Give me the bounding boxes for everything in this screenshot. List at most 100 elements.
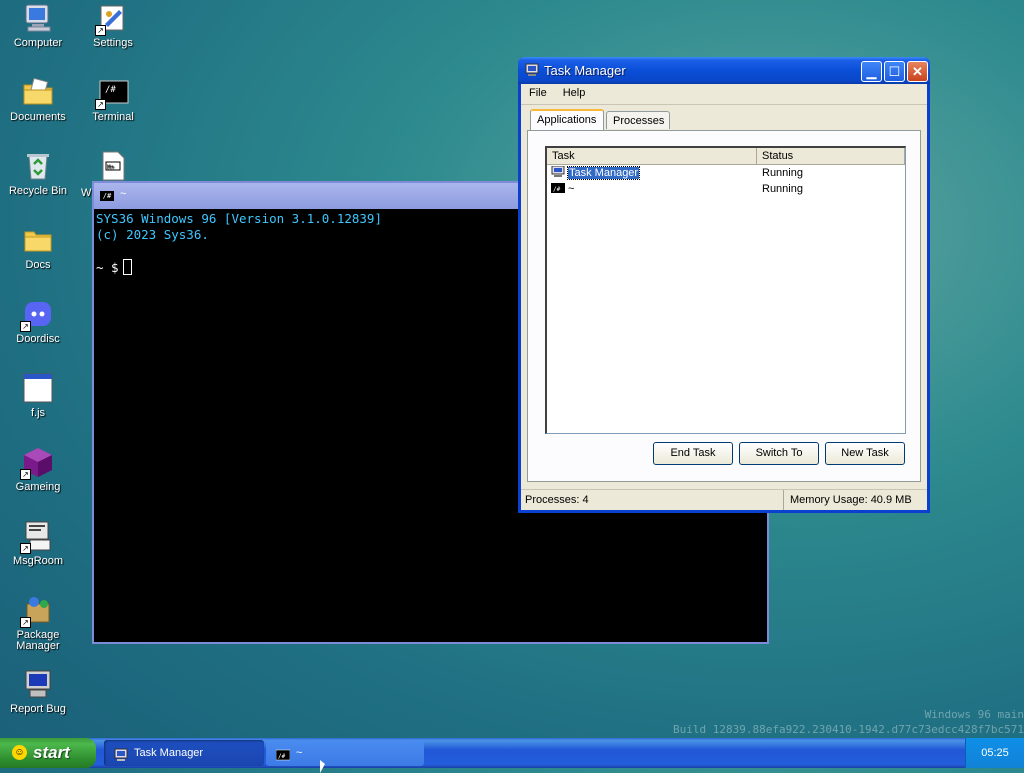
desktop-icon-terminal[interactable]: /# ↗ Terminal bbox=[75, 76, 151, 123]
desktop-icon-label: Doordisc bbox=[16, 333, 60, 345]
watermark-line: Build 12839.88efa922.230410-1942.d77c73e… bbox=[673, 723, 1024, 736]
task-list[interactable]: Task Status Task Manager Running /# ~ Run… bbox=[545, 146, 906, 434]
column-header-task[interactable]: Task bbox=[547, 148, 757, 164]
report-bug-icon bbox=[22, 668, 54, 700]
desktop-icon-label: f.js bbox=[30, 407, 46, 419]
end-task-button[interactable]: End Task bbox=[653, 442, 733, 465]
taskbar-item-label: Task Manager bbox=[134, 747, 204, 759]
desktop-icon-doordisc[interactable]: ↗ Doordisc bbox=[0, 298, 76, 345]
desktop-icon-fjs[interactable]: f.js bbox=[0, 372, 76, 419]
taskbar-item-label: ~ bbox=[296, 747, 303, 759]
switch-to-button[interactable]: Switch To bbox=[739, 442, 819, 465]
task-manager-icon bbox=[551, 165, 565, 178]
svg-text:/#: /# bbox=[553, 186, 561, 193]
menu-help[interactable]: Help bbox=[555, 84, 594, 102]
task-manager-icon bbox=[114, 746, 128, 761]
task-name: Task Manager bbox=[566, 166, 641, 180]
window-file-icon bbox=[22, 372, 54, 404]
package-icon: ↗ bbox=[20, 594, 54, 628]
smiley-icon: ☺ bbox=[12, 745, 27, 760]
desktop-icon-label: MsgRoom bbox=[12, 555, 64, 567]
task-status: Running bbox=[762, 167, 803, 179]
menu-file[interactable]: File bbox=[521, 84, 555, 102]
document-icon: M+ bbox=[97, 150, 129, 182]
task-row[interactable]: /# ~ Running bbox=[547, 181, 905, 197]
shortcut-arrow-icon: ↗ bbox=[20, 321, 31, 332]
task-cell: /# ~ bbox=[551, 181, 574, 197]
maximize-button[interactable]: ☐ bbox=[884, 61, 905, 82]
build-watermark: Windows 96 main Build 12839.88efa922.230… bbox=[673, 707, 1024, 737]
tab-processes[interactable]: Processes bbox=[606, 111, 670, 129]
task-row[interactable]: Task Manager Running bbox=[547, 165, 905, 181]
process-count: Processes: 4 bbox=[525, 494, 589, 506]
task-manager-titlebar[interactable]: Task Manager ▁ ☐ ✕ bbox=[518, 57, 930, 84]
shortcut-arrow-icon: ↗ bbox=[95, 99, 106, 110]
mouse-cursor-icon bbox=[320, 760, 325, 773]
desktop-icon-label: Computer bbox=[13, 37, 63, 49]
terminal-title: ~ bbox=[120, 188, 127, 200]
folder-icon bbox=[22, 224, 54, 256]
tab-applications[interactable]: Applications bbox=[530, 109, 604, 130]
desktop-icon-label: Report Bug bbox=[10, 703, 66, 715]
menu-bar: File Help bbox=[521, 84, 927, 105]
start-button[interactable]: ☺ start bbox=[0, 738, 96, 768]
desktop-icon-msgroom[interactable]: ↗ MsgRoom bbox=[0, 520, 76, 567]
task-manager-window[interactable]: Task Manager ▁ ☐ ✕ File Help Applications… bbox=[518, 57, 930, 513]
task-name: ~ bbox=[568, 183, 575, 195]
shortcut-arrow-icon: ↗ bbox=[20, 543, 31, 554]
task-manager-icon bbox=[525, 63, 539, 77]
minimize-button[interactable]: ▁ bbox=[861, 61, 882, 82]
task-cell: Task Manager bbox=[551, 165, 641, 181]
desktop-icon-computer[interactable]: Computer bbox=[0, 2, 76, 49]
task-list-header: Task Status bbox=[547, 148, 905, 165]
terminal-prompt: ~ $ bbox=[96, 260, 119, 275]
desktop-icon-label: Recycle Bin bbox=[8, 185, 68, 197]
status-bar: Processes: 4 Memory Usage: 40.9 MB bbox=[521, 489, 927, 510]
terminal-icon: /# bbox=[100, 191, 114, 201]
minimize-icon: ▁ bbox=[866, 64, 877, 79]
desktop-icon-report-bug[interactable]: Report Bug bbox=[0, 668, 76, 715]
desktop-icon-label: Gameing bbox=[15, 481, 61, 493]
maximize-icon: ☐ bbox=[888, 64, 901, 79]
task-manager-title: Task Manager bbox=[544, 63, 626, 78]
new-task-button[interactable]: New Task bbox=[825, 442, 905, 465]
desktop-icon-package-manager[interactable]: ↗ Package Manager bbox=[0, 594, 76, 652]
taskbar-item-task-manager[interactable]: Task Manager bbox=[104, 740, 264, 766]
system-tray: 05:25 bbox=[965, 738, 1024, 768]
desktop-icon-label: Docs bbox=[25, 259, 51, 271]
start-label: start bbox=[33, 743, 70, 762]
msgroom-icon: ↗ bbox=[20, 520, 54, 554]
svg-text:/#: /# bbox=[278, 753, 286, 760]
documents-folder-icon bbox=[22, 76, 54, 108]
desktop-icon-label: Package Manager bbox=[16, 629, 60, 652]
applications-panel: Task Status Task Manager Running /# ~ Run… bbox=[527, 130, 921, 482]
close-icon: ✕ bbox=[912, 64, 923, 79]
terminal-cursor bbox=[122, 259, 132, 275]
settings-icon: ↗ bbox=[95, 2, 129, 36]
column-header-status[interactable]: Status bbox=[757, 148, 905, 164]
watermark-line: Windows 96 main bbox=[924, 708, 1024, 721]
desktop-icon-settings[interactable]: ↗ Settings bbox=[75, 2, 151, 49]
desktop-icon-label: Terminal bbox=[92, 111, 134, 123]
terminal-icon: /# bbox=[275, 746, 291, 761]
shortcut-arrow-icon: ↗ bbox=[20, 617, 31, 628]
cube-icon: ↗ bbox=[20, 446, 54, 480]
desktop-icon-recycle-bin[interactable]: Recycle Bin bbox=[0, 150, 76, 197]
clock[interactable]: 05:25 bbox=[981, 747, 1009, 759]
terminal-icon: /# bbox=[551, 182, 565, 194]
close-button[interactable]: ✕ bbox=[907, 61, 928, 82]
computer-icon bbox=[22, 2, 54, 34]
desktop-icon-gameing[interactable]: ↗ Gameing bbox=[0, 446, 76, 493]
desktop-icon-documents[interactable]: Documents bbox=[0, 76, 76, 123]
task-status: Running bbox=[762, 183, 803, 195]
desktop-icon-docs[interactable]: Docs bbox=[0, 224, 76, 271]
shortcut-arrow-icon: ↗ bbox=[20, 469, 31, 480]
recycle-bin-icon bbox=[22, 150, 54, 182]
desktop-icon-label: W bbox=[81, 187, 92, 199]
svg-text:/#: /# bbox=[105, 85, 116, 95]
doordisc-icon: ↗ bbox=[20, 298, 54, 332]
shortcut-arrow-icon: ↗ bbox=[95, 25, 106, 36]
taskbar-item-terminal[interactable]: /# ~ bbox=[266, 740, 424, 766]
terminal-icon: /# ↗ bbox=[95, 76, 129, 110]
desktop-icon-label: Documents bbox=[10, 111, 66, 123]
